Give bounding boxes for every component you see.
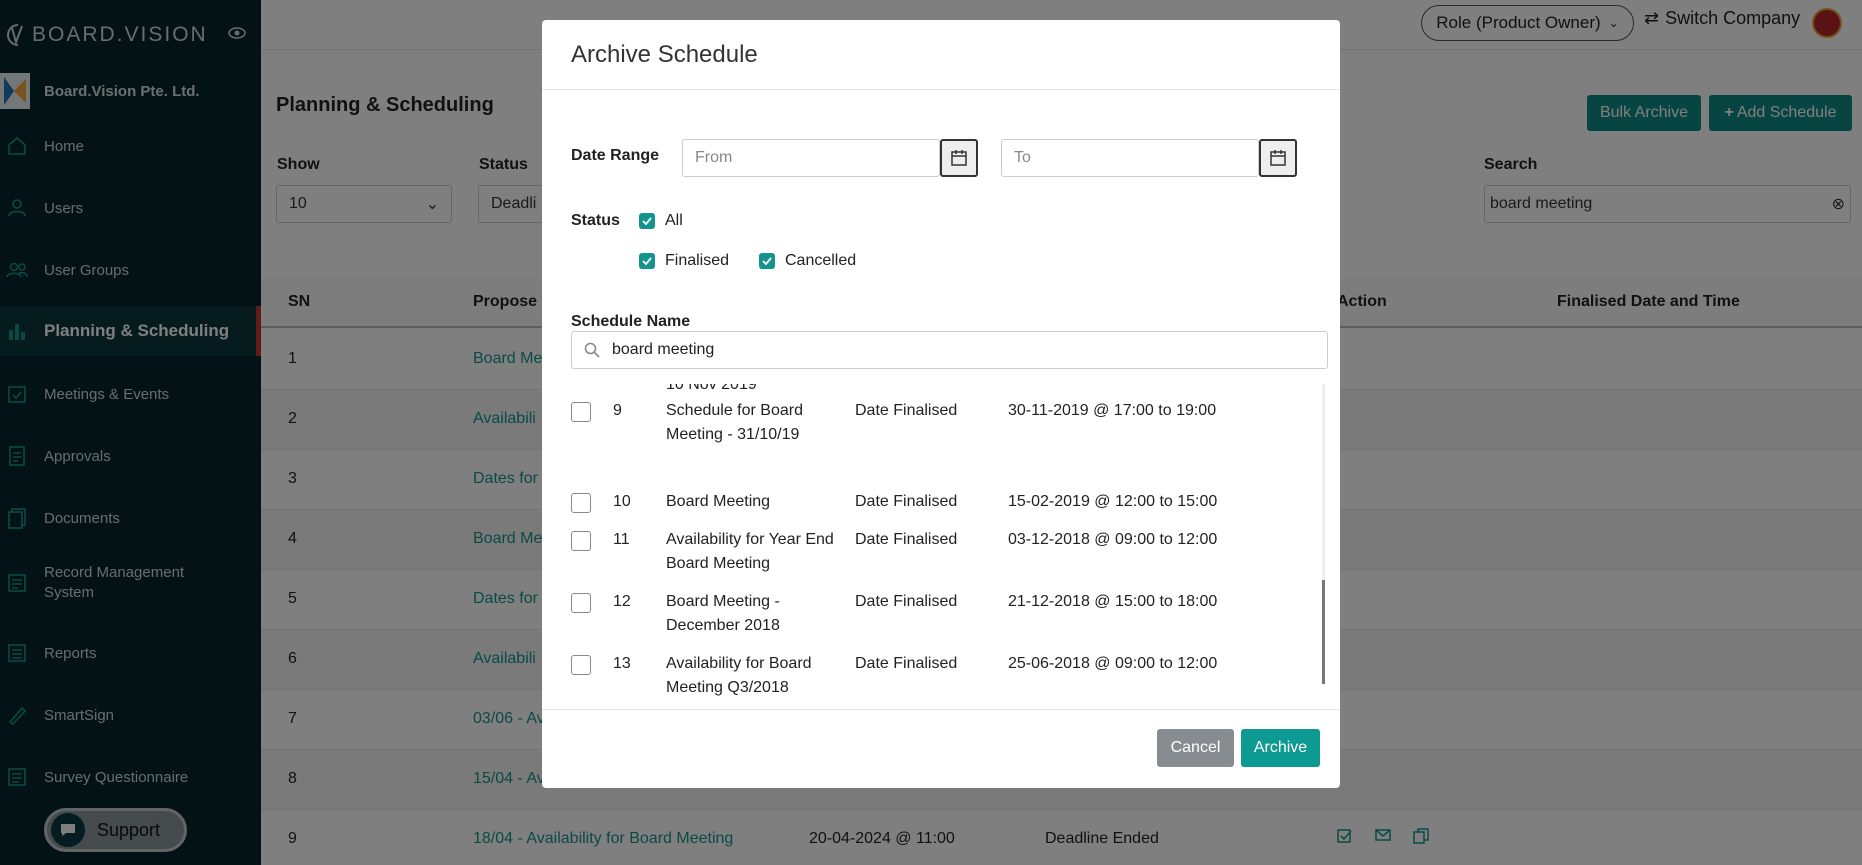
archive-button[interactable]: Archive — [1241, 729, 1320, 767]
checkbox-checked — [639, 253, 655, 269]
item-name: Schedule for Board Meeting - 31/10/19 — [666, 402, 803, 443]
search-icon — [584, 342, 600, 358]
item-sn: 11 — [613, 531, 630, 548]
item-checkbox[interactable] — [571, 531, 591, 551]
calendar-icon — [1270, 150, 1286, 166]
item-checkbox[interactable] — [571, 593, 591, 613]
item-name: Availability for Board Meeting Q3/2018 — [666, 655, 812, 696]
item-checkbox[interactable] — [571, 402, 591, 422]
item-date: 25-06-2018 @ 09:00 to 12:00 — [1008, 655, 1218, 672]
date-to-input[interactable]: To — [1001, 139, 1259, 177]
item-status: Date Finalised — [855, 655, 958, 672]
item-status: Date Finalised — [855, 531, 958, 548]
archive-schedule-modal: Archive Schedule Date Range From To Stat… — [542, 20, 1340, 788]
schedule-name-label: Schedule Name — [571, 313, 691, 330]
status-cancelled-label: Cancelled — [785, 252, 857, 269]
status-all-label: All — [665, 212, 683, 229]
modal-footer: Cancel Archive — [542, 709, 1340, 788]
cancel-button[interactable]: Cancel — [1157, 729, 1234, 767]
item-name: Board Meeting — [666, 493, 771, 510]
item-date: 15-02-2019 @ 12:00 to 15:00 — [1008, 493, 1218, 510]
item-name: Availability for Year End Board Meeting — [666, 531, 834, 572]
status-finalised-label: Finalised — [665, 252, 730, 269]
item-status: Date Finalised — [855, 493, 958, 510]
item-sn: 9 — [613, 402, 622, 419]
item-date: 30-11-2019 @ 17:00 to 19:00 — [1008, 402, 1217, 419]
modal-title: Archive Schedule — [542, 20, 1340, 90]
item-date: 03-12-2018 @ 09:00 to 12:00 — [1008, 531, 1218, 548]
calendar-from-button[interactable] — [940, 139, 978, 177]
checkbox-checked — [759, 253, 775, 269]
item-checkbox[interactable] — [571, 655, 591, 675]
checkbox-checked — [639, 213, 655, 229]
item-name: Board Meeting - December 2018 — [666, 593, 780, 634]
item-status: Date Finalised — [855, 402, 958, 419]
date-range-label: Date Range — [571, 147, 660, 164]
status-cancelled-checkbox[interactable]: Cancelled — [759, 252, 856, 270]
schedule-search-input[interactable]: board meeting — [571, 331, 1328, 369]
item-date: 21-12-2018 @ 15:00 to 18:00 — [1008, 593, 1218, 610]
calendar-to-button[interactable] — [1259, 139, 1297, 177]
item-sn: 10 — [613, 493, 631, 510]
item-name: 10 Nov 2019 — [666, 384, 757, 393]
calendar-icon — [951, 150, 967, 166]
date-from-input[interactable]: From — [682, 139, 940, 177]
schedule-list: 10 Nov 2019 9 Schedule for Board Meeting… — [571, 384, 1328, 702]
status-label: Status — [571, 212, 620, 229]
list-scrollbar[interactable] — [1322, 384, 1325, 684]
status-finalised-checkbox[interactable]: Finalised — [639, 252, 729, 270]
item-sn: 12 — [613, 593, 631, 610]
scrollbar-thumb[interactable] — [1322, 580, 1325, 684]
schedule-search-value: board meeting — [612, 341, 715, 358]
status-all-checkbox[interactable]: All — [639, 212, 683, 230]
item-checkbox[interactable] — [571, 493, 591, 513]
item-sn: 13 — [613, 655, 631, 672]
item-status: Date Finalised — [855, 593, 958, 610]
